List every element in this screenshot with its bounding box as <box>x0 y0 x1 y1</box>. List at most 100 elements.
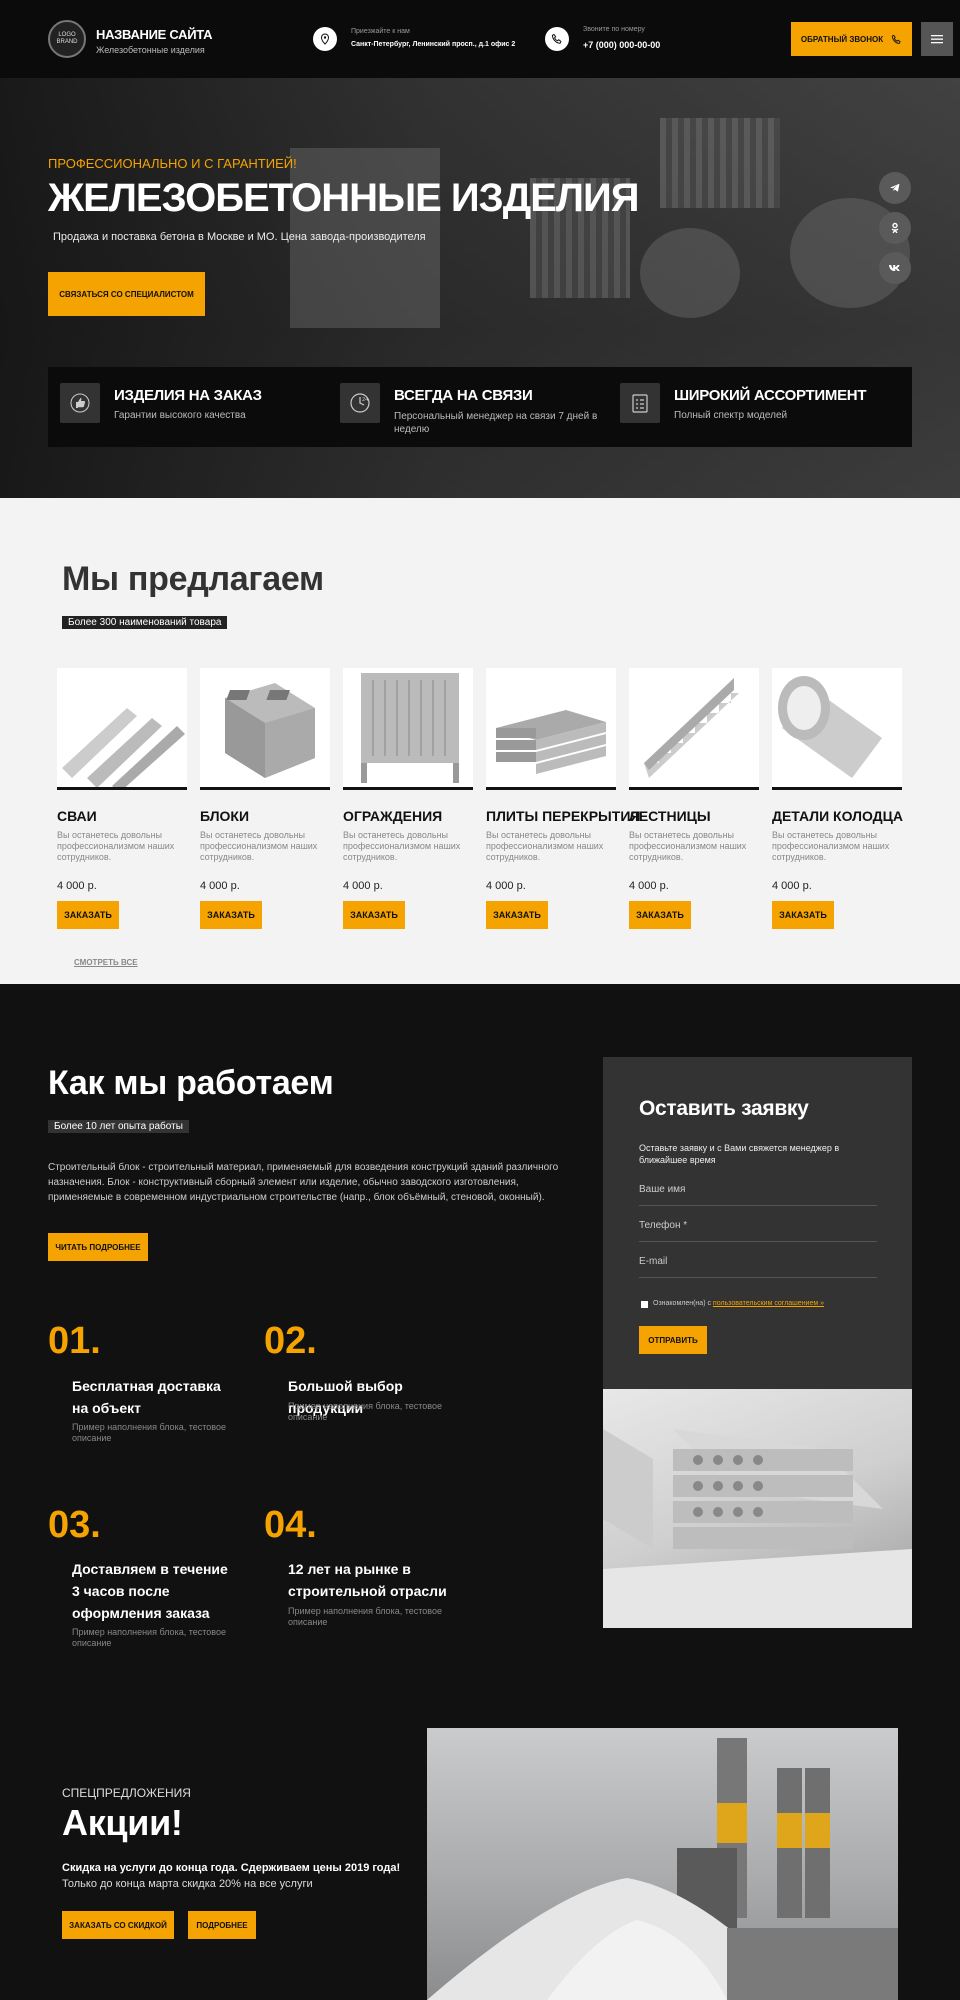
product-desc: Вы останетесь довольны профессионализмом… <box>200 830 318 862</box>
step-desc: Пример наполнения блока, тестовое описан… <box>72 1627 226 1648</box>
step-title: Бесплатная доставка на объект <box>72 1378 221 1416</box>
svg-text:24: 24 <box>362 397 368 403</box>
step-desc: Пример наполнения блока, тестовое описан… <box>72 1422 226 1443</box>
hero-title: ЖЕЛЕЗОБЕТОННЫЕ ИЗДЕЛИЯ <box>48 176 639 220</box>
step-title: 12 лет на рынке в строительной отрасли <box>288 1561 447 1599</box>
product-image-stairs[interactable] <box>629 668 759 790</box>
offer-badge: Более 300 наименований товара <box>62 616 228 629</box>
product-price: 4 000 р. <box>772 880 812 892</box>
vk-icon <box>889 265 900 271</box>
step-desc: Пример наполнения блока, тестовое описан… <box>288 1401 442 1422</box>
consent-prefix: Ознакомлен(на) с <box>653 1300 711 1307</box>
features-bar: ИЗДЕЛИЯ НА ЗАКАЗ Гарантии высокого качес… <box>48 367 912 447</box>
feature-desc: Полный спектр моделей <box>674 410 788 421</box>
callback-button-label: ОБРАТНЫЙ ЗВОНОК <box>800 34 884 44</box>
product-title[interactable]: СВАИ <box>57 808 97 824</box>
see-all-link[interactable]: СМОТРЕТЬ ВСЕ <box>74 958 138 967</box>
site-subtitle: Железобетонные изделия <box>96 45 205 55</box>
product-image-slabs[interactable] <box>486 668 616 790</box>
feature-title: ВСЕГДА НА СВЯЗИ <box>394 387 533 404</box>
email-placeholder: E-mail <box>639 1256 668 1267</box>
product-title[interactable]: ЛЕСТНИЦЫ <box>629 808 711 824</box>
order-discount-button[interactable]: ЗАКАЗАТЬ СО СКИДКОЙ <box>62 1911 174 1939</box>
step-number: 03. <box>48 1504 101 1546</box>
how-we-work-section: Как мы работаем Более 10 лет опыта работ… <box>0 984 960 2000</box>
phone-label: Звоните по номеру <box>583 26 645 33</box>
name-field[interactable]: Ваше имя <box>639 1178 877 1206</box>
address-text: Санкт-Петербург, Ленинский просп., д.1 о… <box>351 41 516 48</box>
telegram-button[interactable] <box>879 172 911 204</box>
product-image-fences[interactable] <box>343 668 473 790</box>
form-title: Оставить заявку <box>639 1097 809 1120</box>
vk-button[interactable] <box>879 252 911 284</box>
logo-text: LOGO <box>58 32 76 38</box>
consent-text: Ознакомлен(на) с пользовательским соглаш… <box>653 1300 824 1307</box>
product-desc: Вы останетесь довольны профессионализмом… <box>629 830 747 862</box>
step-number: 04. <box>264 1504 317 1546</box>
product-price: 4 000 р. <box>629 880 669 892</box>
order-button[interactable]: ЗАКАЗАТЬ <box>200 901 262 929</box>
order-button[interactable]: ЗАКАЗАТЬ <box>343 901 405 929</box>
address-label: Приезжайте к нам <box>351 28 410 35</box>
product-title[interactable]: ОГРАЖДЕНИЯ <box>343 808 442 824</box>
feature-desc: Гарантии высокого качества <box>114 410 246 421</box>
phone-icon <box>891 34 901 44</box>
menu-button[interactable] <box>921 22 953 56</box>
product-price: 4 000 р. <box>343 880 383 892</box>
phone-placeholder: Телефон * <box>639 1220 688 1231</box>
slabs-photo <box>603 1389 912 1628</box>
clock-24-icon: 24 <box>340 383 380 423</box>
feature-title: ИЗДЕЛИЯ НА ЗАКАЗ <box>114 387 262 404</box>
order-button[interactable]: ЗАКАЗАТЬ <box>629 901 691 929</box>
work-title: Как мы работаем <box>48 1064 334 1102</box>
hero-bg-pipe <box>640 228 740 318</box>
product-title[interactable]: БЛОКИ <box>200 808 249 824</box>
email-field[interactable]: E-mail <box>639 1250 877 1278</box>
offer-title: Мы предлагаем <box>62 560 324 598</box>
order-button[interactable]: ЗАКАЗАТЬ <box>57 901 119 929</box>
product-title[interactable]: ДЕТАЛИ КОЛОДЦА <box>772 808 903 824</box>
phone-number[interactable]: +7 (000) 000-00-00 <box>583 40 660 50</box>
product-desc: Вы останетесь довольны профессионализмом… <box>772 830 890 862</box>
site-name[interactable]: НАЗВАНИЕ САЙТА <box>96 27 212 42</box>
work-text: Строительный блок - строительный материа… <box>48 1162 559 1203</box>
hero-bg-slab <box>660 118 780 208</box>
promo-line2: Только до конца марта скидка 20% на все … <box>62 1878 313 1890</box>
submit-button[interactable]: ОТПРАВИТЬ <box>639 1326 707 1354</box>
step-desc: Пример наполнения блока, тестовое описан… <box>288 1606 442 1627</box>
factory-photo <box>427 1728 898 2000</box>
details-button[interactable]: ПОДРОБНЕЕ <box>188 1911 256 1939</box>
product-image-well-rings[interactable] <box>772 668 902 790</box>
request-form: Оставить заявку Оставьте заявку и с Вами… <box>603 1057 912 1389</box>
product-price: 4 000 р. <box>200 880 240 892</box>
product-desc: Вы останетесь довольны профессионализмом… <box>343 830 461 862</box>
hero-eyebrow: ПРОФЕССИОНАЛЬНО И С ГАРАНТИЕЙ! <box>48 156 297 171</box>
contact-specialist-button[interactable]: СВЯЗАТЬСЯ СО СПЕЦИАЛИСТОМ <box>48 272 205 316</box>
hero-section: ПРОФЕССИОНАЛЬНО И С ГАРАНТИЕЙ! ЖЕЛЕЗОБЕТ… <box>0 78 960 498</box>
product-title[interactable]: ПЛИТЫ ПЕРЕКРЫТИЯ <box>486 808 640 824</box>
product-image-piles[interactable] <box>57 668 187 790</box>
order-button[interactable]: ЗАКАЗАТЬ <box>772 901 834 929</box>
step-number: 02. <box>264 1320 317 1362</box>
callback-button[interactable]: ОБРАТНЫЙ ЗВОНОК <box>791 22 912 56</box>
promo-eyebrow: СПЕЦПРЕДЛОЖЕНИЯ <box>62 1786 191 1800</box>
product-image-blocks[interactable] <box>200 668 330 790</box>
logo-subtext: BRAND <box>56 39 78 45</box>
odnoklassniki-button[interactable] <box>879 212 911 244</box>
product-desc: Вы останетесь довольны профессионализмом… <box>57 830 175 862</box>
phone-field[interactable]: Телефон * <box>639 1214 877 1242</box>
menu-icon <box>931 35 943 44</box>
feature-desc: Персональный менеджер на связи 7 дней в … <box>394 411 598 435</box>
offer-section: Мы предлагаем Более 300 наименований тов… <box>0 498 960 984</box>
telegram-icon <box>890 183 900 192</box>
read-more-button[interactable]: ЧИТАТЬ ПОДРОБНЕЕ <box>48 1233 148 1261</box>
consent-link[interactable]: пользовательским соглашением » <box>713 1300 824 1307</box>
consent-checkbox[interactable] <box>641 1301 648 1308</box>
odnoklassniki-icon <box>891 222 899 234</box>
phone-icon <box>545 27 569 51</box>
work-badge: Более 10 лет опыта работы <box>48 1120 189 1133</box>
product-desc: Вы останетесь довольны профессионализмом… <box>486 830 604 862</box>
order-button[interactable]: ЗАКАЗАТЬ <box>486 901 548 929</box>
logo[interactable]: LOGO BRAND <box>48 20 86 58</box>
form-subtitle: Оставьте заявку и с Вами свяжется менедж… <box>639 1143 840 1165</box>
